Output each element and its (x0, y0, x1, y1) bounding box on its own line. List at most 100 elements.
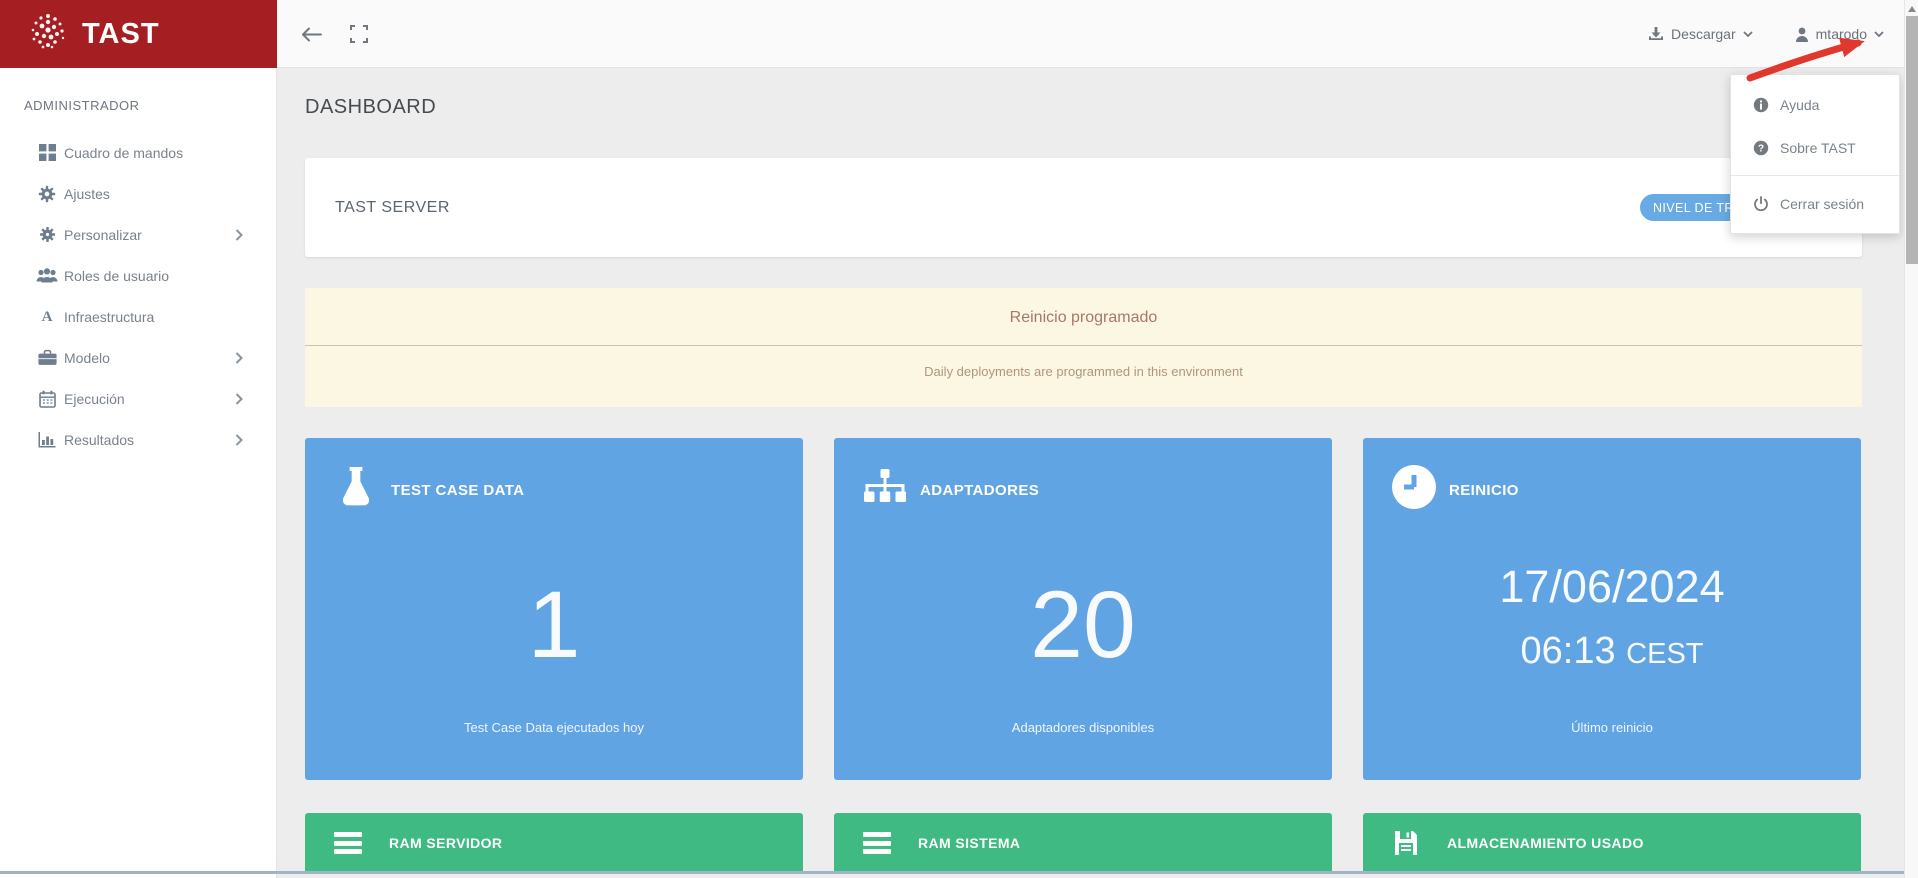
sidebar-item-infraestructura[interactable]: Infraestructura (0, 296, 276, 337)
info-circle-icon (1753, 97, 1769, 112)
restart-date: 17/06/2024 (1499, 561, 1725, 612)
vertical-scrollbar[interactable] (1904, 0, 1918, 878)
scheduled-restart-alert: Reinicio programado Daily deployments ar… (305, 288, 1862, 407)
menu-item-cerrar-sesion[interactable]: Cerrar sesión (1731, 182, 1899, 225)
download-menu-button[interactable]: Descargar (1648, 26, 1753, 42)
back-button[interactable] (300, 0, 323, 68)
main-content: DASHBOARD TAST SERVER NIVEL DE TR Reinic… (277, 68, 1918, 878)
brand-logo[interactable]: TAST (0, 0, 277, 68)
user-icon (1795, 27, 1808, 42)
chevron-down-icon (1743, 31, 1753, 37)
sidebar: ADMINISTRADOR Cuadro de mandos Ajustes P… (0, 68, 277, 878)
user-menu-button[interactable]: mtarodo (1795, 26, 1884, 42)
briefcase-icon (36, 348, 58, 368)
server-card-title: TAST SERVER (335, 198, 450, 216)
chevron-right-icon (235, 351, 243, 369)
scroll-up-arrow-icon (1908, 6, 1916, 12)
restart-timezone: CEST (1626, 638, 1704, 670)
sidebar-item-roles-de-usuario[interactable]: Roles de usuario (0, 255, 276, 296)
stat-card-caption: Test Case Data ejecutados hoy (464, 720, 644, 735)
topbar-actions: Descargar mtarodo (1648, 0, 1884, 68)
arrow-left-icon (302, 27, 322, 41)
sidebar-item-modelo[interactable]: Modelo (0, 337, 276, 378)
clock-icon (1391, 464, 1437, 510)
menu-item-label: Ayuda (1780, 96, 1820, 113)
metric-card-title: ALMACENAMIENTO USADO (1447, 835, 1644, 851)
font-icon (36, 307, 58, 327)
chevron-right-icon (235, 392, 243, 410)
gear-icon (36, 184, 58, 204)
stat-card-caption: Adaptadores disponibles (1011, 720, 1155, 735)
stat-card-caption: Último reinicio (1571, 720, 1653, 735)
bar-chart-icon (36, 430, 58, 450)
sidebar-item-ejecucion[interactable]: Ejecución (0, 378, 276, 419)
chevron-right-icon (235, 228, 243, 246)
alert-title: Reinicio programado (1009, 309, 1158, 326)
bars-icon (862, 830, 892, 856)
sidebar-item-cuadro-de-mandos[interactable]: Cuadro de mandos (0, 132, 276, 173)
floppy-icon (1391, 830, 1421, 856)
topbar: TAST Descargar mtarodo (0, 0, 1918, 68)
stat-card-title: REINICIO (1449, 482, 1519, 499)
metric-card-title: RAM SISTEMA (918, 835, 1021, 851)
logo-text: TAST (82, 17, 160, 50)
scrollbar-thumb[interactable] (1906, 16, 1918, 264)
sidebar-nav: Cuadro de mandos Ajustes Personalizar Ro… (0, 132, 276, 460)
sidebar-item-label: Roles de usuario (64, 267, 170, 284)
sidebar-item-label: Infraestructura (64, 308, 155, 325)
grid-icon (36, 143, 58, 163)
expand-icon (350, 25, 368, 43)
sidebar-item-label: Cuadro de mandos (64, 144, 184, 161)
viewport-bottom-edge (0, 871, 1918, 874)
question-circle-icon: ? (1753, 140, 1769, 155)
page-title: DASHBOARD (305, 96, 437, 118)
menu-item-ayuda[interactable]: Ayuda (1731, 83, 1899, 126)
username-label: mtarodo (1815, 26, 1867, 42)
cog-icon (36, 225, 58, 245)
server-card: TAST SERVER NIVEL DE TR (305, 158, 1862, 257)
sidebar-item-label: Resultados (64, 431, 135, 448)
sidebar-item-label: Modelo (64, 349, 110, 366)
calendar-icon (36, 389, 58, 409)
menu-item-label: Sobre TAST (1780, 139, 1856, 156)
stat-card-title: TEST CASE DATA (391, 482, 525, 499)
alert-message: Daily deployments are programmed in this… (924, 364, 1243, 379)
sidebar-item-label: Ejecución (64, 390, 125, 407)
restart-time: 06:13 CEST (1363, 626, 1861, 679)
sidebar-item-label: Personalizar (64, 226, 142, 243)
fullscreen-button[interactable] (350, 0, 368, 68)
metric-card-title: RAM SERVIDOR (389, 835, 503, 851)
sitemap-icon (862, 464, 908, 510)
stat-card-value: 1 (527, 572, 581, 678)
chevron-right-icon (235, 433, 243, 451)
sidebar-item-personalizar[interactable]: Personalizar (0, 214, 276, 255)
users-icon (36, 266, 58, 286)
stat-card-value: 20 (1030, 572, 1136, 678)
sidebar-item-label: Ajustes (64, 185, 110, 202)
power-icon (1754, 195, 1768, 211)
logo-sphere-icon (28, 12, 68, 57)
download-label: Descargar (1671, 26, 1736, 42)
sidebar-item-resultados[interactable]: Resultados (0, 419, 276, 460)
restart-time-value: 06:13 (1520, 630, 1616, 672)
scroll-up-button[interactable] (1905, 0, 1918, 16)
alert-divider (305, 345, 1862, 346)
sidebar-section-label: ADMINISTRADOR (24, 98, 140, 113)
bars-icon (333, 830, 363, 856)
menu-item-label: Cerrar sesión (1780, 195, 1865, 212)
metric-card-row: RAM SERVIDOR RAM SISTEMA ALMACENAMIENTO (305, 813, 1862, 873)
user-dropdown-menu: Ayuda ? Sobre TAST Cerrar sesión (1730, 74, 1900, 234)
metric-card-ram-servidor: RAM SERVIDOR (305, 813, 803, 873)
svg-text:?: ? (1758, 143, 1764, 154)
menu-item-sobre-tast[interactable]: ? Sobre TAST (1731, 126, 1899, 169)
download-icon (1649, 27, 1664, 40)
stat-card-row: TEST CASE DATA 1 Test Case Data ejecutad… (305, 438, 1862, 780)
sidebar-item-ajustes[interactable]: Ajustes (0, 173, 276, 214)
stat-card-reinicio: REINICIO 17/06/2024 06:13 CEST Último re… (1363, 438, 1861, 780)
stat-card-test-case-data: TEST CASE DATA 1 Test Case Data ejecutad… (305, 438, 803, 780)
app-window: TAST Descargar mtarodo ADMINISTRADOR Cua… (0, 0, 1918, 878)
menu-divider (1731, 175, 1899, 176)
flask-icon (333, 464, 379, 510)
chevron-down-icon (1874, 31, 1884, 37)
metric-card-ram-sistema: RAM SISTEMA (834, 813, 1332, 873)
